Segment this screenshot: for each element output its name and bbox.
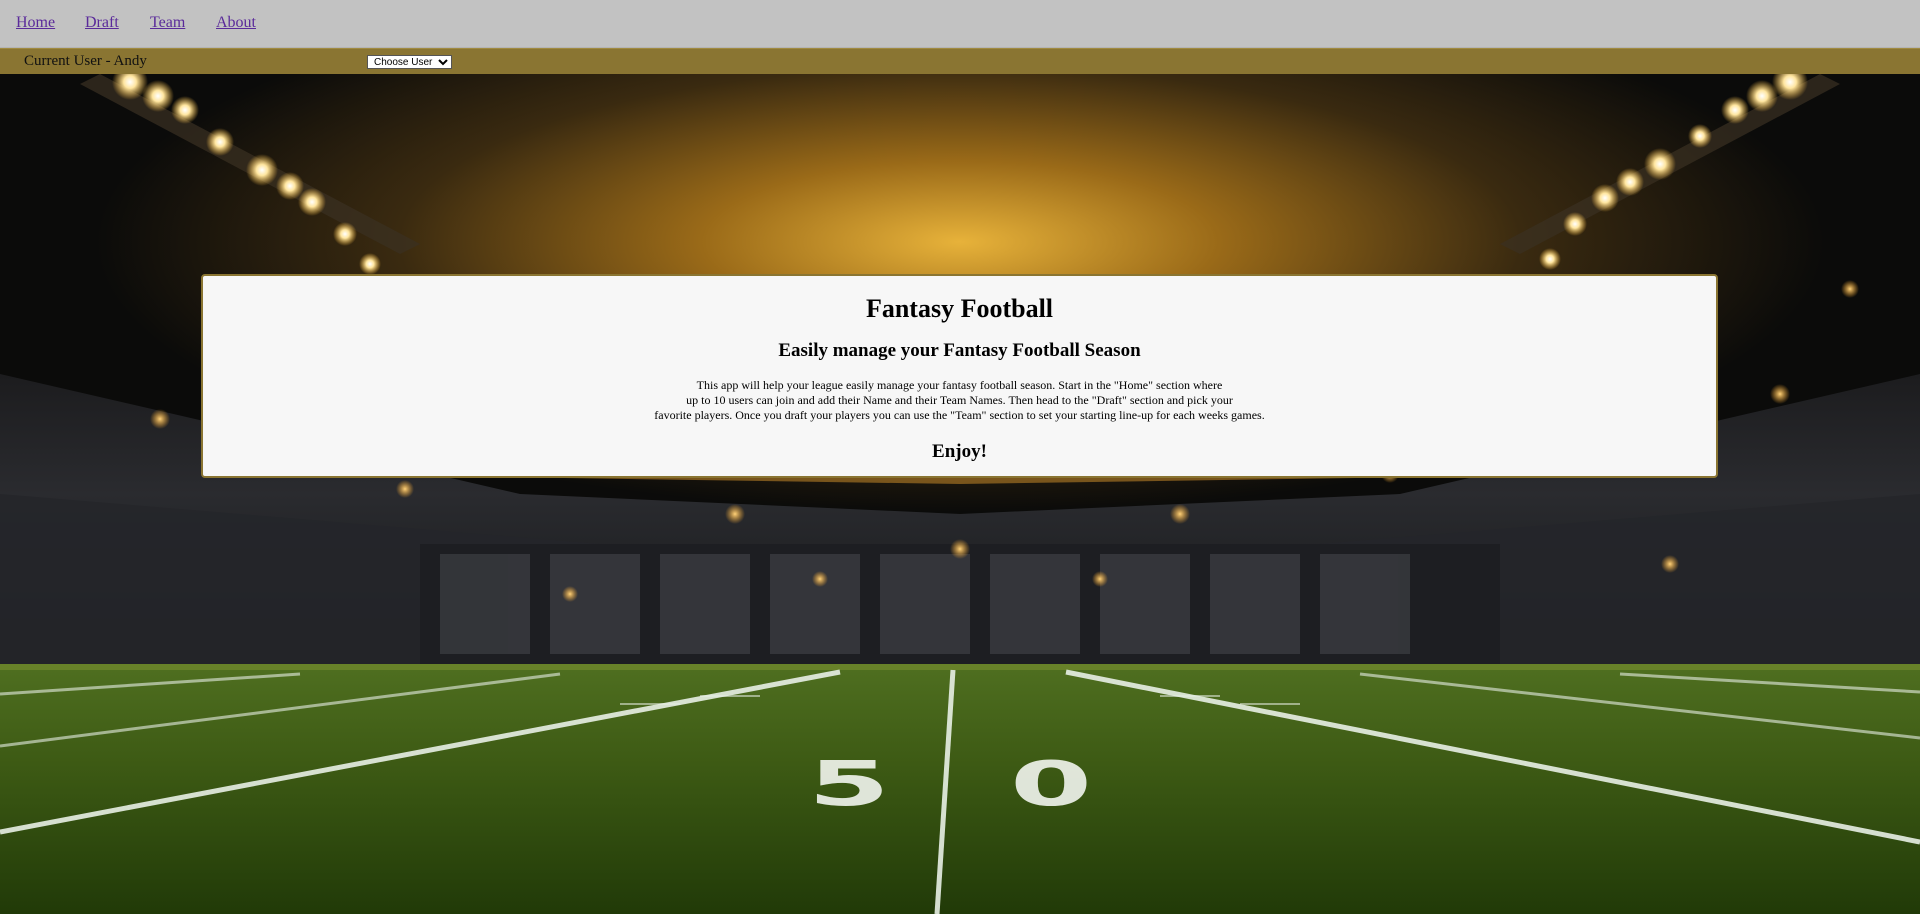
- choose-user-select[interactable]: Choose User: [367, 55, 452, 69]
- stadium-background: 50: [0, 74, 1920, 914]
- current-user-label: Current User - Andy: [24, 53, 147, 69]
- welcome-card: Fantasy Football Easily manage your Fant…: [201, 274, 1718, 478]
- app-title: Fantasy Football: [865, 294, 1054, 323]
- description-line: This app will help your league easily ma…: [696, 378, 1223, 392]
- description-line: favorite players. Once you draft your pl…: [654, 408, 1265, 422]
- app-subtitle: Easily manage your Fantasy Football Seas…: [778, 340, 1141, 361]
- enjoy-heading: Enjoy!: [932, 441, 987, 462]
- description-line: up to 10 users can join and add their Na…: [686, 393, 1233, 407]
- nav-link-about[interactable]: About: [216, 14, 256, 32]
- page: Home Draft Team About Current User - And…: [0, 0, 1920, 914]
- nav-link-draft[interactable]: Draft: [85, 14, 119, 32]
- top-nav: Home Draft Team About: [0, 0, 1920, 48]
- app-description: This app will help your league easily ma…: [580, 378, 1340, 423]
- nav-link-home[interactable]: Home: [16, 14, 55, 32]
- field-number-50: 50: [807, 747, 1213, 820]
- nav-link-team[interactable]: Team: [150, 14, 185, 32]
- user-bar: Current User - Andy Choose User: [0, 48, 1920, 74]
